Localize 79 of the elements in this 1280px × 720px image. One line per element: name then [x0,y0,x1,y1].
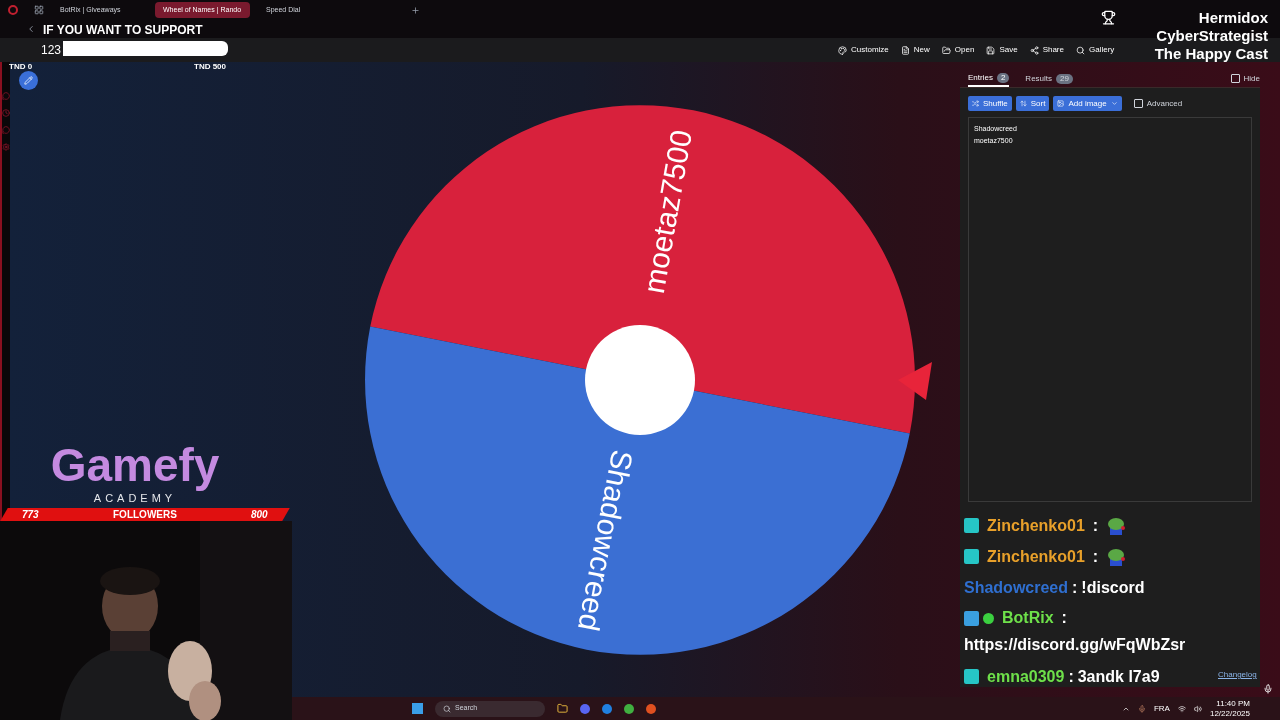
credit-name: CyberStrategist [1156,27,1268,45]
chat-username: Zinchenko01 [987,515,1085,536]
mic-icon[interactable] [1263,684,1273,694]
clock-date[interactable]: 12/22/2025 [1209,708,1250,719]
image-icon [1057,100,1065,107]
sort-icon [1019,100,1027,107]
app-icon[interactable] [646,703,656,714]
toolbar-icon [986,45,996,55]
colon: : [1068,666,1074,687]
wheel-center[interactable] [585,324,695,435]
chat-username: BotRix [1002,608,1054,628]
credit-name: The Happy Cast [1154,45,1268,63]
new-tab-icon[interactable] [411,5,420,15]
toolbar-button[interactable]: Share [1029,44,1064,56]
toolbar-button[interactable]: Open [941,44,975,56]
colon: : [1061,608,1067,628]
search-icon [443,704,451,713]
toolbar-button[interactable]: Gallery [1076,44,1115,56]
colon: : [1072,577,1078,598]
chat-username: Shadowcreed [964,577,1069,598]
goal-min: TND 0 [9,61,33,73]
toolbar-icon [838,45,847,55]
badge-icon [964,518,979,533]
toolbar-icon [1029,45,1039,55]
frog-emote-icon [1106,546,1127,567]
checkbox-label: Hide [1243,72,1260,85]
toolbar-icon [1076,45,1085,55]
credit-name: Hermidox [1198,9,1268,27]
toolbar-button[interactable]: Save [986,44,1018,56]
clock-time[interactable]: 11:40 PM [1216,698,1250,709]
network-icon[interactable] [1177,704,1186,713]
colon: : [1092,515,1099,536]
action-button[interactable]: Sort [1015,96,1050,111]
followers-count: 773 [22,508,39,522]
goal-title: IF YOU WANT TO SUPPORT [43,22,203,39]
checkbox[interactable] [1133,99,1143,108]
volume-icon[interactable] [1193,704,1202,713]
toolbar-icon [900,45,910,55]
checkbox-label: Advanced [1146,97,1183,110]
verified-icon [983,612,994,624]
badge-icon [964,669,979,684]
app-icon[interactable] [624,703,634,714]
language-indicator[interactable]: FRA [1153,702,1170,715]
chat-username: Zinchenko01 [987,546,1085,567]
goal-max: TND 500 [194,61,226,73]
changelog-link[interactable]: Changelog [1218,669,1257,681]
workspace-icon[interactable] [34,5,44,15]
panel-tab[interactable]: Results 29 [1025,70,1073,87]
app-icon[interactable] [580,703,590,714]
toolbar-icon [941,45,951,55]
logo-wordmark: Gamefy [50,440,220,490]
colon: : [1092,546,1099,567]
followers-goal: 800 [251,508,268,522]
back-icon[interactable] [26,24,36,34]
folder-icon[interactable] [557,703,568,714]
followers-label: FOLLOWERS [113,508,177,522]
chat-message: https://discord.gg/wFqWbZsr [964,635,1187,655]
chat-username: emna0309 [987,666,1065,687]
pointer-icon [898,361,932,400]
toolbar-button[interactable]: Customize [838,44,889,56]
logo-subtitle: ACADEMY [93,491,177,506]
segment-label: moetaz7500 [636,126,699,296]
start-icon[interactable] [412,703,423,714]
checkbox[interactable] [1230,74,1240,83]
trophy-icon [1101,10,1116,25]
frog-emote-icon [1106,515,1127,536]
chat-message: !discord [1081,577,1145,598]
goal-amount: 123 [41,42,62,59]
browser-logo-icon[interactable] [8,5,18,15]
shuffle-icon [972,100,979,107]
badge-icon [964,549,979,564]
edit-button[interactable] [19,71,38,90]
action-button[interactable]: Add image [1053,96,1122,111]
toolbar-button[interactable]: New [900,44,930,56]
caret-icon [1110,100,1118,107]
pencil-icon [24,76,33,85]
action-button[interactable]: Shuffle [968,96,1012,111]
chat-message: 3andk l7a9 [1077,666,1160,687]
app-icon[interactable] [602,703,612,714]
